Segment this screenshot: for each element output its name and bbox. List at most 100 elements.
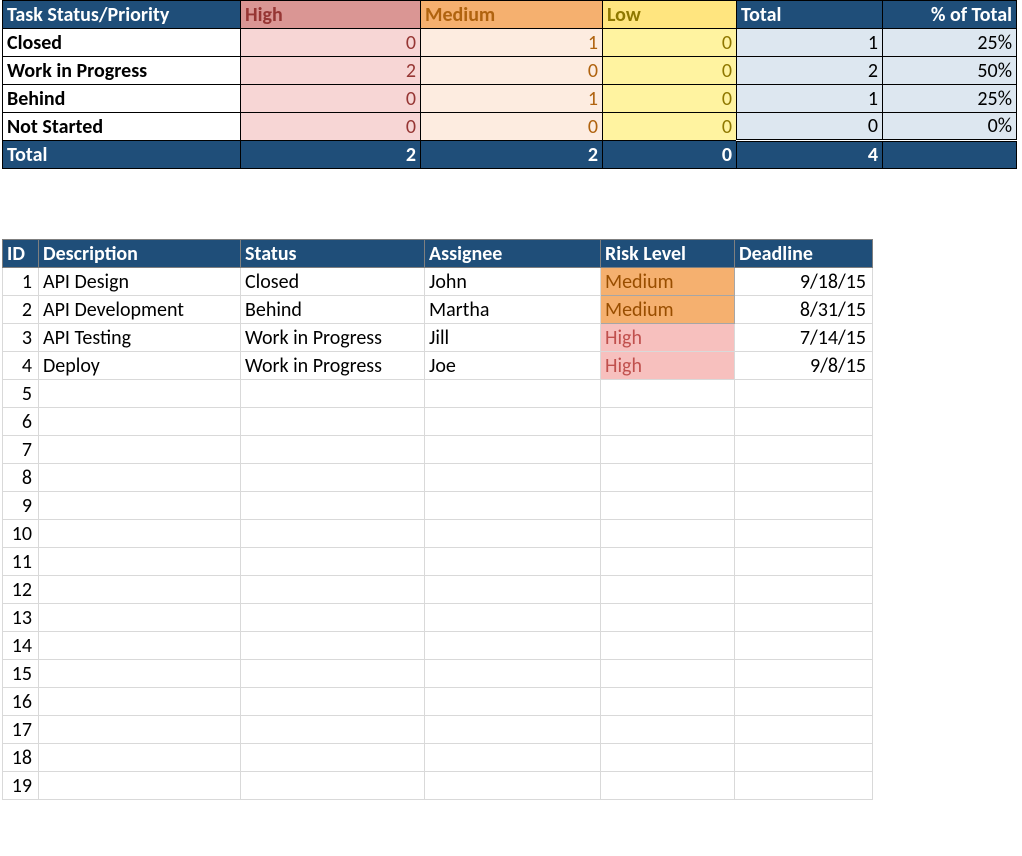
cell-id[interactable]: 11 [3,548,39,576]
header-total[interactable]: Total [737,1,883,29]
cell-id[interactable]: 1 [3,268,39,296]
cell-pct[interactable]: 0% [883,113,1017,141]
cell-desc[interactable] [39,772,241,800]
cell-assignee[interactable] [425,660,601,688]
cell-assignee[interactable] [425,380,601,408]
cell-status[interactable] [241,688,425,716]
cell-deadline[interactable] [735,520,873,548]
cell-desc[interactable] [39,380,241,408]
cell-id[interactable]: 15 [3,660,39,688]
cell-deadline[interactable] [735,604,873,632]
cell-risk[interactable] [601,576,735,604]
cell-pct[interactable]: 50% [883,57,1017,85]
row-label[interactable]: Behind [3,85,241,113]
cell-assignee[interactable]: John [425,268,601,296]
cell-assignee[interactable] [425,464,601,492]
cell-risk[interactable] [601,660,735,688]
cell-id[interactable]: 2 [3,296,39,324]
cell-deadline[interactable]: 8/31/15 [735,296,873,324]
cell-id[interactable]: 8 [3,464,39,492]
cell-status[interactable] [241,772,425,800]
cell-risk[interactable]: High [601,324,735,352]
cell-deadline[interactable] [735,380,873,408]
cell-assignee[interactable] [425,576,601,604]
header-status[interactable]: Task Status/Priority [3,1,241,29]
total-medium[interactable]: 2 [421,141,603,169]
cell-low[interactable]: 0 [603,29,737,57]
cell-deadline[interactable] [735,576,873,604]
cell-assignee[interactable] [425,408,601,436]
cell-assignee[interactable] [425,548,601,576]
header-risk[interactable]: Risk Level [601,240,735,268]
header-desc[interactable]: Description [39,240,241,268]
cell-status[interactable] [241,632,425,660]
cell-id[interactable]: 19 [3,772,39,800]
cell-deadline[interactable] [735,716,873,744]
header-status[interactable]: Status [241,240,425,268]
cell-desc[interactable] [39,688,241,716]
cell-desc[interactable] [39,716,241,744]
cell-deadline[interactable]: 9/18/15 [735,268,873,296]
cell-high[interactable]: 2 [241,57,421,85]
header-high[interactable]: High [241,1,421,29]
cell-deadline[interactable] [735,632,873,660]
cell-id[interactable]: 18 [3,744,39,772]
cell-risk[interactable]: High [601,352,735,380]
cell-assignee[interactable] [425,492,601,520]
total-pct[interactable] [883,141,1017,169]
cell-deadline[interactable] [735,688,873,716]
cell-deadline[interactable]: 9/8/15 [735,352,873,380]
cell-risk[interactable] [601,604,735,632]
cell-status[interactable]: Work in Progress [241,324,425,352]
header-pct[interactable]: % of Total [883,1,1017,29]
cell-desc[interactable] [39,576,241,604]
cell-assignee[interactable] [425,772,601,800]
total-grand[interactable]: 4 [737,141,883,169]
cell-medium[interactable]: 1 [421,85,603,113]
cell-deadline[interactable] [735,660,873,688]
header-medium[interactable]: Medium [421,1,603,29]
cell-desc[interactable] [39,548,241,576]
cell-total[interactable]: 1 [737,85,883,113]
cell-assignee[interactable]: Martha [425,296,601,324]
cell-status[interactable]: Behind [241,296,425,324]
cell-assignee[interactable] [425,716,601,744]
cell-assignee[interactable]: Joe [425,352,601,380]
cell-status[interactable]: Closed [241,268,425,296]
cell-total[interactable]: 2 [737,57,883,85]
cell-assignee[interactable] [425,744,601,772]
cell-desc[interactable] [39,632,241,660]
cell-id[interactable]: 14 [3,632,39,660]
cell-medium[interactable]: 1 [421,29,603,57]
cell-deadline[interactable] [735,436,873,464]
cell-status[interactable] [241,716,425,744]
cell-risk[interactable] [601,464,735,492]
cell-deadline[interactable]: 7/14/15 [735,324,873,352]
cell-low[interactable]: 0 [603,113,737,141]
cell-desc[interactable]: API Testing [39,324,241,352]
cell-medium[interactable]: 0 [421,57,603,85]
cell-risk[interactable] [601,716,735,744]
cell-deadline[interactable] [735,492,873,520]
header-id[interactable]: ID [3,240,39,268]
cell-desc[interactable]: Deploy [39,352,241,380]
cell-id[interactable]: 12 [3,576,39,604]
cell-assignee[interactable] [425,632,601,660]
cell-desc[interactable] [39,744,241,772]
cell-deadline[interactable] [735,548,873,576]
cell-status[interactable] [241,380,425,408]
cell-desc[interactable]: API Design [39,268,241,296]
cell-id[interactable]: 5 [3,380,39,408]
cell-high[interactable]: 0 [241,113,421,141]
cell-id[interactable]: 13 [3,604,39,632]
cell-desc[interactable] [39,492,241,520]
cell-risk[interactable] [601,548,735,576]
cell-status[interactable] [241,604,425,632]
cell-id[interactable]: 16 [3,688,39,716]
cell-risk[interactable] [601,688,735,716]
cell-deadline[interactable] [735,464,873,492]
cell-deadline[interactable] [735,772,873,800]
cell-status[interactable] [241,408,425,436]
cell-assignee[interactable] [425,436,601,464]
total-low[interactable]: 0 [603,141,737,169]
